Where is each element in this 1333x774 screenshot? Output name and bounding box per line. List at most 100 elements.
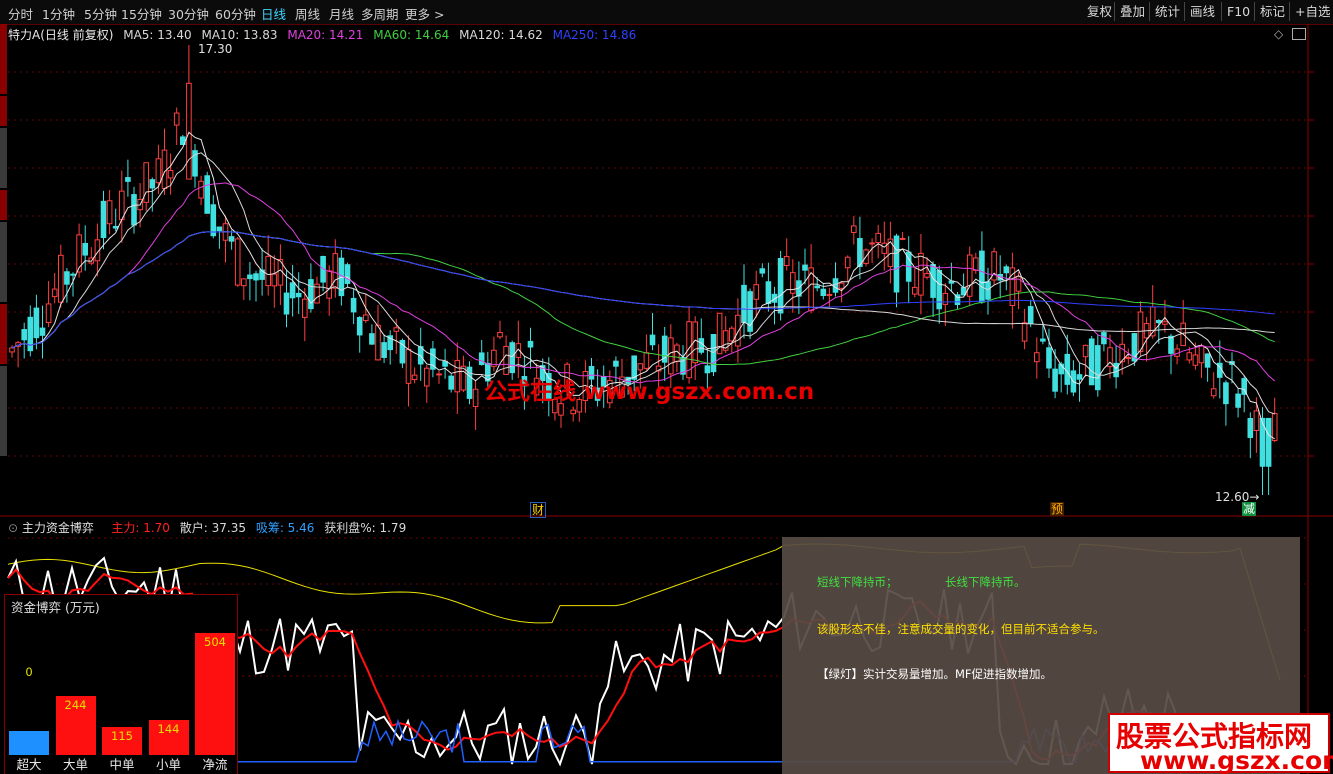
indicator-value: 散户: 37.35 xyxy=(179,521,246,535)
candle-body xyxy=(912,286,918,295)
candle-body xyxy=(149,179,156,189)
candle-body xyxy=(131,194,137,226)
candle-body xyxy=(838,282,845,289)
candle-body xyxy=(753,284,760,300)
candle-body xyxy=(1192,354,1199,366)
candle-body xyxy=(9,347,15,353)
candle-body xyxy=(1186,352,1193,361)
candle-body xyxy=(790,272,796,294)
event-mark-reduce[interactable]: 减 xyxy=(1242,502,1256,516)
candle-body xyxy=(1162,321,1168,325)
candle-body xyxy=(777,258,784,314)
candle-body xyxy=(155,158,162,184)
candle-body xyxy=(478,352,485,365)
candle-body xyxy=(1113,362,1119,378)
candle-body xyxy=(58,254,64,303)
candle-body xyxy=(472,388,479,408)
candle-body xyxy=(173,112,180,126)
fund-panel-title: 资金博弈 (万元) xyxy=(11,600,100,615)
candle-body xyxy=(826,293,833,297)
candle-body xyxy=(375,324,381,361)
pattern-advice: 该股形态不佳，注意成交量的变化，但目前不适合参与。 xyxy=(817,622,1105,636)
collapse-icon[interactable]: ⊙ xyxy=(8,521,18,535)
candle-body xyxy=(783,256,790,266)
candle-body xyxy=(33,307,40,339)
candle-body xyxy=(393,327,400,332)
candle-body xyxy=(454,360,461,393)
brand-logo: 股票公式指标网 www.gszx.com.cn xyxy=(1108,713,1333,774)
fund-bar-category: 小单 xyxy=(155,757,181,772)
candle-body xyxy=(210,204,217,237)
candle-body xyxy=(1040,338,1046,342)
candle-body xyxy=(844,256,851,269)
candle-body xyxy=(283,292,290,315)
candle-body xyxy=(289,282,296,299)
candle-body xyxy=(39,327,46,336)
candle-body xyxy=(1235,393,1241,408)
candle-body xyxy=(802,264,808,271)
candle-body xyxy=(1198,345,1205,364)
event-mark-finance[interactable]: 财 xyxy=(530,502,546,518)
candle-body xyxy=(295,292,302,298)
candle-body xyxy=(271,273,278,287)
candle-body xyxy=(643,352,650,369)
candle-body xyxy=(1125,356,1132,359)
candle-body xyxy=(356,317,363,336)
fund-bar-value: 504 xyxy=(204,635,226,649)
fund-bar-value: 115 xyxy=(111,729,133,744)
candle-body xyxy=(405,348,412,384)
candle-body xyxy=(125,177,131,182)
candle-body xyxy=(436,373,442,376)
candle-body xyxy=(613,360,619,367)
candle-body xyxy=(930,264,936,298)
watermark-text: 公式在线 www.gszx.com.cn xyxy=(484,379,815,405)
candle-body xyxy=(1082,344,1089,358)
candle-body xyxy=(234,238,241,286)
candle-body xyxy=(851,225,857,233)
candle-body xyxy=(1204,353,1211,368)
candle-body xyxy=(1034,352,1040,363)
candle-body xyxy=(369,333,375,345)
fund-bar-value: 244 xyxy=(64,697,87,712)
indicator-value: 吸筹: 5.46 xyxy=(255,521,315,535)
candle-body xyxy=(820,288,827,297)
candle-body xyxy=(241,278,247,287)
candle-body xyxy=(899,237,906,240)
candle-body xyxy=(161,149,168,190)
candle-body xyxy=(1271,413,1278,441)
candle-body xyxy=(51,288,58,298)
candle-body xyxy=(1265,417,1272,467)
candle-body xyxy=(765,281,772,304)
candle-body xyxy=(893,235,900,293)
fund-bar-value: 144 xyxy=(157,722,180,737)
candle-body xyxy=(1003,266,1010,274)
candle-body xyxy=(326,270,332,299)
short-term-signal: 短线下降持币； xyxy=(817,575,898,589)
candle-body xyxy=(979,250,985,303)
candle-body xyxy=(344,264,351,284)
event-mark-forecast[interactable]: 预 xyxy=(1050,502,1064,516)
candle-body xyxy=(21,329,27,341)
high-price-label: 17.30 xyxy=(198,42,233,56)
candle-body xyxy=(1168,335,1174,354)
candle-body xyxy=(698,338,705,353)
candle-body xyxy=(1223,382,1229,405)
fund-flow-panel: 资金博弈 (万元) 0 超大 244 大单 115 中单 144 小单 504 净流 xyxy=(4,594,238,774)
candle-body xyxy=(1076,374,1083,380)
fund-bar xyxy=(9,731,49,755)
fund-bar-category: 超大 xyxy=(16,757,42,772)
candle-body xyxy=(228,236,235,242)
candle-body xyxy=(924,273,930,278)
candle-body xyxy=(985,281,991,300)
candle-body xyxy=(942,292,949,305)
candle-body xyxy=(82,242,89,256)
volume-signal: 【绿灯】实计交易量增加。MF促进指数增加。 xyxy=(817,667,1053,681)
candle-body xyxy=(167,169,174,179)
candle-body xyxy=(936,270,943,310)
candle-body xyxy=(881,242,888,254)
candle-body xyxy=(265,255,271,287)
sub-legend: ⊙ 主力资金博弈 主力: 1.70 散户: 37.35 吸筹: 5.46 获利盘… xyxy=(8,519,406,536)
candle-body xyxy=(424,367,430,387)
candle-body xyxy=(527,340,534,348)
candle-body xyxy=(411,374,418,381)
